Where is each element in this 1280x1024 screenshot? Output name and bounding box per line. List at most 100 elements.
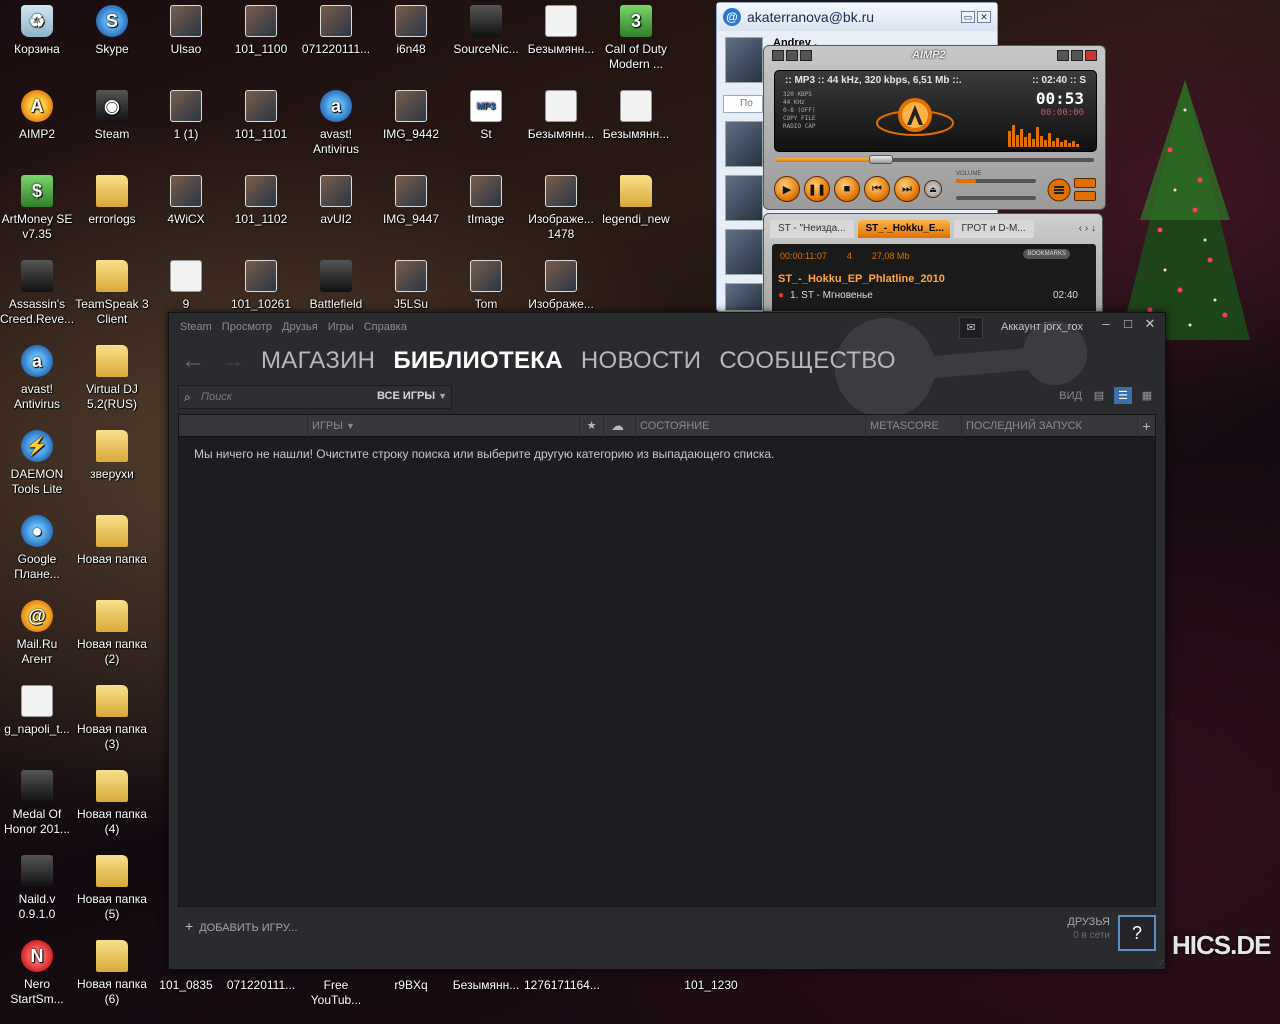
desktop-icon[interactable]: Virtual DJ 5.2(RUS) bbox=[75, 345, 149, 412]
desktop-icon[interactable]: N Nero StartSm... bbox=[0, 940, 74, 1007]
desktop-icon[interactable]: Ulsao bbox=[149, 5, 223, 57]
desktop-icon[interactable]: TeamSpeak 3 Client bbox=[75, 260, 149, 327]
desktop-icon[interactable]: MP3 St bbox=[449, 90, 523, 142]
desktop-icon[interactable]: Medal Of Honor 201... bbox=[0, 770, 74, 837]
nav-news[interactable]: НОВОСТИ bbox=[581, 347, 701, 375]
library-search-box[interactable]: ⌕ ВСЕ ИГРЫ▼ bbox=[178, 385, 452, 409]
playlist-tab-arrows[interactable]: ‹ › ↓ bbox=[1079, 220, 1096, 238]
resize-grip-icon[interactable]: ⋰ bbox=[1156, 959, 1164, 968]
desktop-icon[interactable]: Изображе... 1478 bbox=[524, 175, 598, 242]
column-metascore[interactable]: METASCORE bbox=[865, 415, 959, 437]
desktop-icon[interactable]: зверухи bbox=[75, 430, 149, 482]
desktop-icon[interactable]: 101_1102 bbox=[224, 175, 298, 227]
aimp-pause-button[interactable]: ❚❚ bbox=[804, 176, 830, 202]
desktop-icon[interactable]: $ ArtMoney SE v7.35 bbox=[0, 175, 74, 242]
aimp-effects-button[interactable] bbox=[1074, 191, 1096, 201]
aimp-maximize-button[interactable] bbox=[1071, 49, 1083, 61]
detail-view-icon[interactable]: ▤ bbox=[1090, 387, 1108, 404]
desktop-icon[interactable]: Новая папка (3) bbox=[75, 685, 149, 752]
menu-view[interactable]: Просмотр bbox=[222, 321, 272, 333]
desktop-icon[interactable]: ⚡ DAEMON Tools Lite bbox=[0, 430, 74, 497]
steam-window[interactable]: Steam Просмотр Друзья Игры Справка ✉ Акк… bbox=[168, 312, 1166, 970]
aimp-prev-button[interactable]: ⏮ bbox=[864, 176, 890, 202]
aimp-close-button[interactable] bbox=[1085, 49, 1097, 61]
desktop-icon[interactable]: i6n48 bbox=[374, 5, 448, 57]
playlist-tab[interactable]: ST - "Неизда... bbox=[770, 220, 854, 238]
notifications-envelope-icon[interactable]: ✉ bbox=[959, 317, 983, 339]
forward-arrow-icon[interactable]: → bbox=[221, 347, 245, 375]
aimp-menu-small-button[interactable] bbox=[800, 49, 812, 61]
desktop-icon[interactable]: legendi_new bbox=[599, 175, 673, 227]
desktop-icon[interactable]: IMG_9447 bbox=[374, 175, 448, 227]
aimp-current-time[interactable]: 00:53 bbox=[1036, 89, 1084, 108]
desktop-icon[interactable]: S Skype bbox=[75, 5, 149, 57]
desktop-icon[interactable]: a avast! Antivirus bbox=[299, 90, 373, 157]
close-icon[interactable]: ✕ bbox=[1143, 317, 1157, 331]
desktop-icon[interactable]: Tom bbox=[449, 260, 523, 312]
playlist-bookmarks-button[interactable]: BOOKMARKS bbox=[1023, 249, 1070, 259]
minimize-icon[interactable]: – bbox=[1099, 317, 1113, 331]
desktop-icon[interactable]: tImage bbox=[449, 175, 523, 227]
desktop-icon[interactable]: 101_0835 bbox=[149, 978, 223, 993]
menu-help[interactable]: Справка bbox=[364, 321, 407, 333]
column-games[interactable]: ИГРЫ ▼ bbox=[307, 415, 579, 437]
desktop-icon[interactable]: @ Mail.Ru Агент bbox=[0, 600, 74, 667]
desktop-icon[interactable]: Безымянн... bbox=[524, 90, 598, 142]
desktop-icon[interactable]: g_napoli_t... bbox=[0, 685, 74, 737]
aimp-seek-knob[interactable] bbox=[868, 155, 893, 164]
agent-avatar[interactable] bbox=[725, 37, 763, 83]
grid-view-icon[interactable]: ▦ bbox=[1138, 387, 1156, 404]
desktop-icon[interactable]: ◉ Steam bbox=[75, 90, 149, 142]
desktop-icon[interactable]: IMG_9442 bbox=[374, 90, 448, 142]
nav-community[interactable]: СООБЩЕСТВО bbox=[719, 347, 895, 375]
agent-titlebar[interactable]: @ akaterranova@bk.ru ▭ ✕ bbox=[717, 3, 997, 31]
aimp-playlist-window[interactable]: ST - "Неизда... ST_-_Hokku_E... ГРОТ и D… bbox=[763, 213, 1103, 312]
agent-contact-avatar[interactable] bbox=[725, 121, 763, 167]
add-game-button[interactable]: + ДОБАВИТЬ ИГРУ... bbox=[185, 918, 297, 934]
menu-friends[interactable]: Друзья bbox=[282, 321, 318, 333]
menu-steam[interactable]: Steam bbox=[180, 321, 212, 333]
aimp-eject-button[interactable]: ⏏ bbox=[924, 180, 942, 198]
playlist-tab[interactable]: ГРОТ и D-M... bbox=[953, 220, 1034, 238]
desktop-icon[interactable]: SourceNic... bbox=[449, 5, 523, 57]
desktop-icon[interactable]: Battlefield bbox=[299, 260, 373, 312]
account-menu[interactable]: Аккаунт jorx_rox bbox=[1001, 321, 1083, 333]
column-state[interactable]: СОСТОЯНИЕ bbox=[635, 415, 863, 437]
aimp-menu-small-button[interactable] bbox=[772, 49, 784, 61]
desktop-icon[interactable]: Безымянн... bbox=[524, 5, 598, 57]
desktop-icon[interactable]: a avast! Antivirus bbox=[0, 345, 74, 412]
agent-contact-avatar[interactable] bbox=[725, 175, 763, 221]
desktop-icon[interactable]: Новая папка (5) bbox=[75, 855, 149, 922]
desktop-icon[interactable]: ● Google Плане... bbox=[0, 515, 74, 582]
maximize-icon[interactable]: □ bbox=[1121, 317, 1135, 331]
aimp-menu-small-button[interactable] bbox=[786, 49, 798, 61]
aimp-balance-slider[interactable] bbox=[956, 196, 1036, 200]
cloud-icon[interactable]: ☁ bbox=[603, 415, 631, 437]
aimp-volume-slider[interactable] bbox=[956, 179, 1036, 183]
menu-games[interactable]: Игры bbox=[328, 321, 354, 333]
agent-contact-avatar[interactable] bbox=[725, 283, 763, 311]
agent-close-button[interactable]: ✕ bbox=[977, 11, 991, 23]
desktop-icon[interactable]: 4WiCX bbox=[149, 175, 223, 227]
aimp-seek-bar[interactable] bbox=[776, 155, 1094, 164]
favorite-star-icon[interactable]: ★ bbox=[579, 415, 603, 437]
desktop-icon[interactable]: 071220111... bbox=[299, 5, 373, 57]
playlist-tab-active[interactable]: ST_-_Hokku_E... bbox=[857, 220, 950, 238]
back-arrow-icon[interactable]: ← bbox=[181, 347, 205, 375]
agent-contact-avatar[interactable] bbox=[725, 229, 763, 275]
add-column-icon[interactable]: + bbox=[1137, 415, 1155, 437]
aimp-titlebar[interactable]: AIMP2 bbox=[764, 46, 1105, 64]
aimp-next-button[interactable]: ⏭ bbox=[894, 176, 920, 202]
desktop-icon[interactable]: Naild.v 0.9.1.0 bbox=[0, 855, 74, 922]
nav-store[interactable]: МАГАЗИН bbox=[261, 347, 375, 375]
agent-minimize-button[interactable]: ▭ bbox=[961, 11, 975, 23]
friends-panel[interactable]: ДРУЗЬЯ 0 в сети bbox=[1067, 916, 1110, 941]
aimp-playlist-menu-icon[interactable] bbox=[1047, 178, 1071, 202]
desktop-icon[interactable]: 1276171164... bbox=[524, 978, 600, 993]
desktop-icon[interactable]: ♻ Корзина bbox=[0, 5, 74, 57]
games-filter-dropdown[interactable]: ВСЕ ИГРЫ ▼ bbox=[377, 390, 447, 402]
playlist-track-row[interactable]: ● 1. ST - Мгновенье 02:40 bbox=[778, 290, 1078, 301]
desktop-icon[interactable]: 101_1101 bbox=[224, 90, 298, 142]
desktop-icon[interactable]: 1 (1) bbox=[149, 90, 223, 142]
desktop-icon[interactable]: Новая папка (6) bbox=[75, 940, 149, 1007]
